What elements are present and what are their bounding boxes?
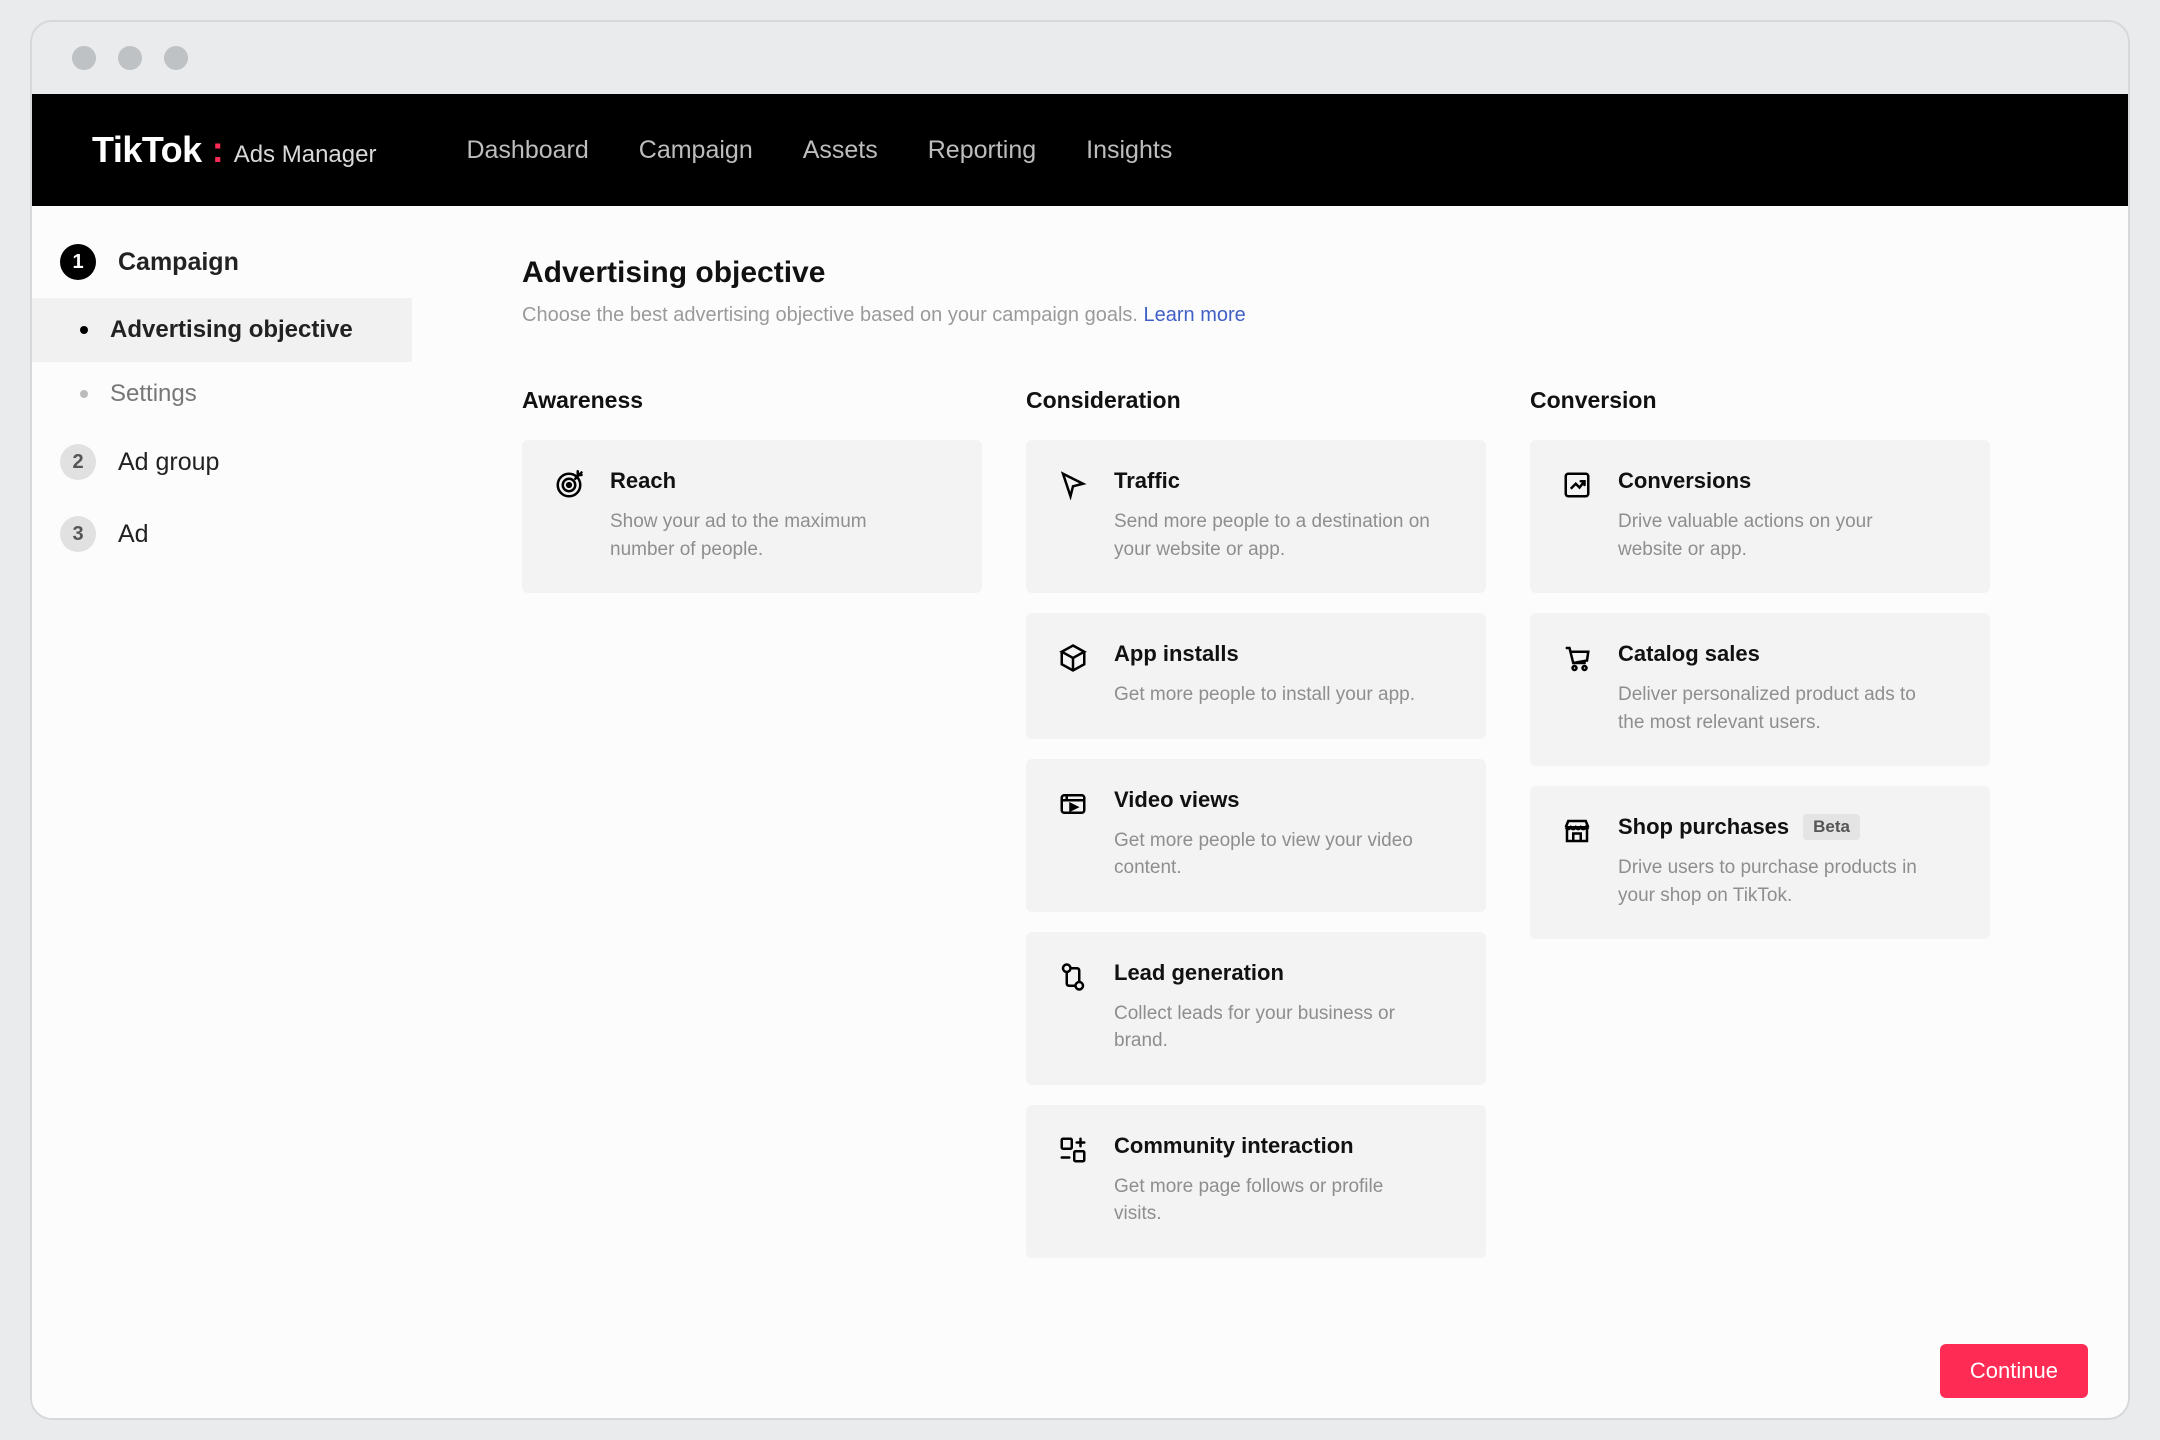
objective-columns: Awareness Reach Show your ad to the maxi… [522,387,2068,1258]
card-title: Reach [610,468,952,494]
store-icon [1560,814,1594,848]
col-title: Conversion [1530,387,1990,414]
cube-icon [1056,641,1090,675]
chart-up-icon [1560,468,1594,502]
continue-button[interactable]: Continue [1940,1344,2088,1398]
card-desc: Get more people to install your app. [1114,681,1434,709]
leads-icon [1056,960,1090,994]
card-desc: Collect leads for your business or brand… [1114,1000,1434,1055]
browser-frame: TikTok: Ads Manager Dashboard Campaign A… [30,20,2130,1420]
card-desc: Get more people to view your video conte… [1114,827,1434,882]
card-catalog-sales[interactable]: Catalog sales Deliver personalized produ… [1530,613,1990,766]
step-label: Ad [118,520,149,549]
footer: Continue [1940,1344,2088,1398]
step-number: 3 [60,516,96,552]
card-video-views[interactable]: Video views Get more people to view your… [1026,759,1486,912]
brand-sub: Ads Manager [234,141,377,169]
nav-reporting[interactable]: Reporting [928,136,1036,165]
page-title: Advertising objective [522,256,2068,290]
step-label: Campaign [118,248,239,277]
card-body: Conversions Drive valuable actions on yo… [1618,468,1960,563]
card-desc: Drive users to purchase products in your… [1618,854,1938,909]
cart-icon [1560,641,1594,675]
step-ad-group[interactable]: 2 Ad group [32,426,412,498]
card-title: Traffic [1114,468,1456,494]
app: TikTok: Ads Manager Dashboard Campaign A… [32,94,2128,1418]
topnav: Dashboard Campaign Assets Reporting Insi… [466,136,1172,165]
step-label: Ad group [118,448,219,477]
card-title: Video views [1114,787,1456,813]
card-traffic[interactable]: Traffic Send more people to a destinatio… [1026,440,1486,593]
community-icon [1056,1133,1090,1167]
nav-dashboard[interactable]: Dashboard [466,136,588,165]
substep-label: Settings [110,380,197,408]
step-campaign[interactable]: 1 Campaign [32,226,412,298]
window-dot [118,46,142,70]
card-desc: Show your ad to the maximum number of pe… [610,508,930,563]
card-reach[interactable]: Reach Show your ad to the maximum number… [522,440,982,593]
brand[interactable]: TikTok: Ads Manager [92,129,376,171]
target-icon [552,468,586,502]
bullet-icon [80,326,88,334]
topbar: TikTok: Ads Manager Dashboard Campaign A… [32,94,2128,206]
page-sub-text: Choose the best advertising objective ba… [522,304,1138,326]
card-body: Community interaction Get more page foll… [1114,1133,1456,1228]
brand-colon: : [212,129,224,171]
step-number: 2 [60,444,96,480]
card-title: Conversions [1618,468,1960,494]
nav-insights[interactable]: Insights [1086,136,1172,165]
step-number: 1 [60,244,96,280]
col-title: Awareness [522,387,982,414]
substep-label: Advertising objective [110,316,353,344]
page-subtitle: Choose the best advertising objective ba… [522,304,2068,327]
card-title: App installs [1114,641,1456,667]
card-body: App installs Get more people to install … [1114,641,1456,709]
window-dot [164,46,188,70]
card-body: Shop purchases Beta Drive users to purch… [1618,814,1960,909]
card-desc: Send more people to a destination on you… [1114,508,1434,563]
card-body: Traffic Send more people to a destinatio… [1114,468,1456,563]
step-ad[interactable]: 3 Ad [32,498,412,570]
col-title: Consideration [1026,387,1486,414]
brand-name: TikTok [92,129,202,171]
card-title-row: Shop purchases Beta [1618,814,1960,840]
video-icon [1056,787,1090,821]
card-title: Shop purchases [1618,814,1789,840]
substep-advertising-objective[interactable]: Advertising objective [32,298,412,362]
nav-assets[interactable]: Assets [803,136,878,165]
substep-settings[interactable]: Settings [32,362,412,426]
card-desc: Get more page follows or profile visits. [1114,1173,1434,1228]
card-title: Catalog sales [1618,641,1960,667]
browser-titlebar [32,22,2128,94]
substeps: Advertising objective Settings [32,298,412,426]
card-lead-generation[interactable]: Lead generation Collect leads for your b… [1026,932,1486,1085]
sidebar: 1 Campaign Advertising objective Setting… [32,206,412,1418]
card-conversions[interactable]: Conversions Drive valuable actions on yo… [1530,440,1990,593]
bullet-icon [80,390,88,398]
card-body: Lead generation Collect leads for your b… [1114,960,1456,1055]
col-conversion: Conversion Conversions Drive valuable ac… [1530,387,1990,1258]
learn-more-link[interactable]: Learn more [1144,304,1246,326]
beta-badge: Beta [1803,814,1860,840]
nav-campaign[interactable]: Campaign [639,136,753,165]
col-awareness: Awareness Reach Show your ad to the maxi… [522,387,982,1258]
card-title: Lead generation [1114,960,1456,986]
card-desc: Deliver personalized product ads to the … [1618,681,1938,736]
window-dot [72,46,96,70]
card-body: Catalog sales Deliver personalized produ… [1618,641,1960,736]
card-body: Reach Show your ad to the maximum number… [610,468,952,563]
card-desc: Drive valuable actions on your website o… [1618,508,1938,563]
app-body: 1 Campaign Advertising objective Setting… [32,206,2128,1418]
col-consideration: Consideration Traffic Send more people t… [1026,387,1486,1258]
main: Advertising objective Choose the best ad… [412,206,2128,1418]
cursor-icon [1056,468,1090,502]
card-body: Video views Get more people to view your… [1114,787,1456,882]
card-title: Community interaction [1114,1133,1456,1159]
card-shop-purchases[interactable]: Shop purchases Beta Drive users to purch… [1530,786,1990,939]
card-community-interaction[interactable]: Community interaction Get more page foll… [1026,1105,1486,1258]
card-app-installs[interactable]: App installs Get more people to install … [1026,613,1486,739]
